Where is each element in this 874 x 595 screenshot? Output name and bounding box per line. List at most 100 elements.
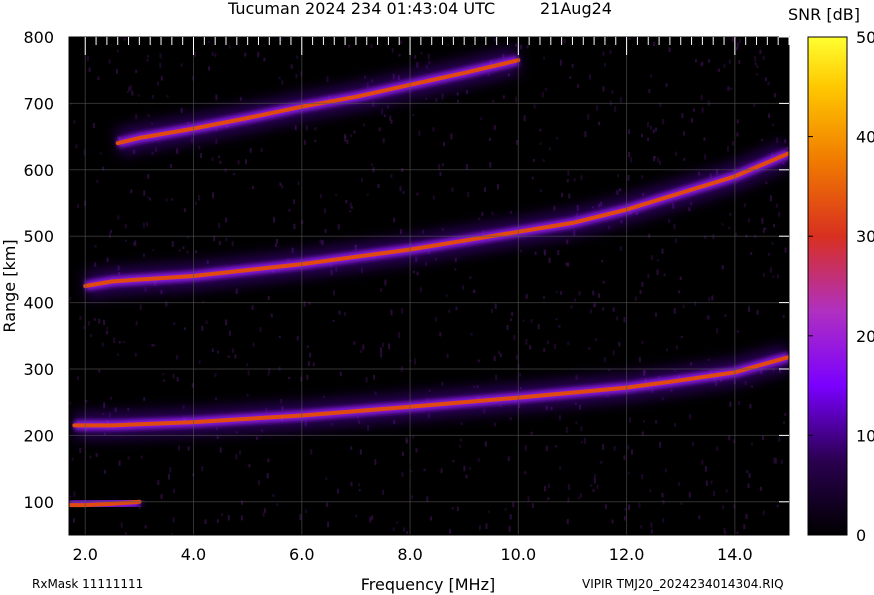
noise-speck xyxy=(784,413,787,416)
noise-speck xyxy=(224,168,227,173)
noise-speck xyxy=(326,76,329,82)
noise-speck xyxy=(659,160,661,165)
noise-speck xyxy=(399,40,402,45)
noise-speck xyxy=(272,493,275,498)
noise-speck xyxy=(333,290,335,296)
noise-speck xyxy=(373,374,376,380)
noise-speck xyxy=(455,306,458,310)
noise-speck xyxy=(176,354,179,360)
noise-speck xyxy=(216,519,219,523)
noise-speck xyxy=(728,226,731,230)
noise-speck xyxy=(211,51,214,56)
noise-speck xyxy=(509,417,512,420)
noise-speck xyxy=(264,508,266,513)
noise-speck xyxy=(543,249,546,255)
noise-speck xyxy=(353,130,356,134)
noise-speck xyxy=(146,222,149,227)
noise-speck xyxy=(146,58,149,62)
noise-speck xyxy=(237,160,240,165)
noise-speck xyxy=(698,515,701,520)
noise-speck xyxy=(478,217,481,220)
noise-speck xyxy=(459,444,462,448)
colorbar-tick-label: 10 xyxy=(856,426,874,445)
colorbar-tick-label: 20 xyxy=(856,327,874,346)
y-tick-label: 100 xyxy=(23,493,54,512)
noise-speck xyxy=(412,113,415,117)
noise-speck xyxy=(470,333,473,336)
x-tick-label: 4.0 xyxy=(181,545,206,564)
noise-speck xyxy=(362,123,365,127)
noise-speck xyxy=(221,513,224,517)
noise-speck xyxy=(197,195,200,201)
noise-speck xyxy=(274,243,277,248)
noise-speck xyxy=(547,340,549,345)
noise-speck xyxy=(588,346,591,350)
noise-speck xyxy=(701,459,704,465)
noise-speck xyxy=(727,146,729,152)
x-tick-label: 8.0 xyxy=(397,545,422,564)
noise-speck xyxy=(278,335,281,338)
noise-speck xyxy=(350,481,353,486)
noise-speck xyxy=(140,455,143,459)
noise-speck xyxy=(691,118,694,123)
noise-speck xyxy=(183,327,186,330)
noise-speck xyxy=(480,117,483,120)
x-tick-label: 6.0 xyxy=(289,545,314,564)
noise-speck xyxy=(244,52,247,57)
noise-speck xyxy=(169,164,172,168)
noise-speck xyxy=(589,309,592,314)
noise-speck xyxy=(349,202,352,209)
noise-speck xyxy=(432,195,435,200)
noise-speck xyxy=(647,137,650,142)
noise-speck xyxy=(721,223,724,226)
colorbar-tick-label: 50 xyxy=(856,28,874,47)
noise-speck xyxy=(241,500,243,505)
noise-speck xyxy=(502,95,505,99)
noise-speck xyxy=(336,488,339,494)
noise-speck xyxy=(491,211,494,216)
noise-speck xyxy=(655,127,657,132)
noise-speck xyxy=(688,207,691,212)
noise-speck xyxy=(72,518,75,523)
noise-speck xyxy=(465,474,468,479)
noise-speck xyxy=(147,114,150,117)
noise-speck xyxy=(263,57,266,62)
noise-speck xyxy=(350,134,352,138)
noise-speck xyxy=(539,128,542,132)
noise-speck xyxy=(656,259,659,262)
noise-speck xyxy=(770,195,772,202)
noise-speck xyxy=(602,280,605,284)
noise-speck xyxy=(361,178,363,182)
noise-speck xyxy=(762,510,765,516)
noise-speck xyxy=(701,61,704,66)
noise-speck xyxy=(708,297,711,301)
noise-speck xyxy=(135,113,138,120)
noise-speck xyxy=(784,247,787,253)
noise-speck xyxy=(524,445,527,451)
noise-speck xyxy=(411,495,414,499)
noise-speck xyxy=(566,179,569,183)
noise-speck xyxy=(172,517,175,523)
noise-speck xyxy=(661,492,664,498)
noise-speck xyxy=(656,269,659,275)
noise-speck xyxy=(566,519,569,525)
noise-speck xyxy=(509,514,512,520)
ionogram-chart: Tucuman 2024 234 01:43:04 UTC 21Aug24 2.… xyxy=(0,0,874,594)
noise-speck xyxy=(534,251,537,256)
noise-speck xyxy=(306,345,309,348)
noise-speck xyxy=(689,413,692,420)
noise-speck xyxy=(650,522,653,528)
noise-speck xyxy=(612,350,615,356)
noise-speck xyxy=(103,319,105,326)
noise-speck xyxy=(401,308,404,314)
noise-speck xyxy=(619,246,622,251)
noise-speck xyxy=(592,290,595,296)
noise-speck xyxy=(679,276,682,281)
noise-speck xyxy=(584,437,586,444)
noise-speck xyxy=(303,301,306,307)
noise-speck xyxy=(432,127,435,132)
noise-speck xyxy=(451,187,454,192)
noise-speck xyxy=(92,123,95,128)
noise-speck xyxy=(218,240,221,245)
noise-speck xyxy=(86,56,89,62)
